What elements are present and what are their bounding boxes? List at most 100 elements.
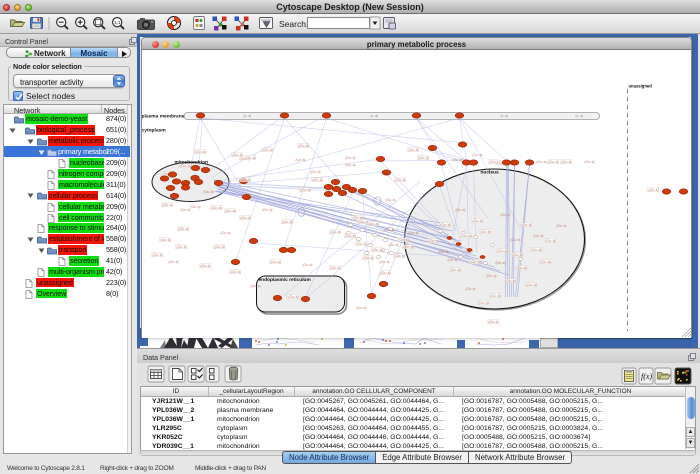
svg-text:(Go: a): (Go: a) <box>161 238 171 242</box>
svg-text:f(x): f(x) <box>641 372 652 381</box>
svg-text:(Go: a): (Go: a) <box>439 250 449 254</box>
svg-text:(Go: a): (Go: a) <box>534 234 544 238</box>
svg-text:(Go: a): (Go: a) <box>517 266 527 270</box>
svg-text:(Go: a): (Go: a) <box>532 248 542 252</box>
svg-text:(Go: a): (Go: a) <box>522 223 532 227</box>
svg-text:(Go: a): (Go: a) <box>311 170 321 174</box>
svg-text:(Go: a): (Go: a) <box>364 256 374 260</box>
svg-text:(Go: a): (Go: a) <box>441 223 451 227</box>
svg-text:(Go: a): (Go: a) <box>283 220 293 224</box>
svg-text:(Go: a): (Go: a) <box>231 270 241 274</box>
svg-text:(Go: a): (Go: a) <box>179 227 189 231</box>
svg-text:(Go: a): (Go: a) <box>649 188 659 192</box>
svg-text:1:1: 1:1 <box>114 20 121 25</box>
svg-text:(Go: a): (Go: a) <box>546 239 556 243</box>
svg-text:(Go: a): (Go: a) <box>233 153 243 157</box>
svg-text:(Go: a): (Go: a) <box>498 249 508 253</box>
svg-text:(Go: a): (Go: a) <box>271 260 281 264</box>
svg-text:(Go: a): (Go: a) <box>212 206 222 210</box>
svg-text:(Go: a): (Go: a) <box>346 234 356 238</box>
svg-text:(Go: a): (Go: a) <box>331 230 341 234</box>
svg-text:(Go: a): (Go: a) <box>221 231 231 235</box>
svg-text:(Go: a): (Go: a) <box>163 203 173 207</box>
svg-text:(Go: a): (Go: a) <box>241 178 251 182</box>
svg-text:(Go: a): (Go: a) <box>196 150 206 154</box>
svg-text:(Go: a): (Go: a) <box>369 222 379 226</box>
svg-text:(x--a): (x--a) <box>371 114 379 118</box>
svg-text:(Go: a): (Go: a) <box>496 261 506 265</box>
svg-text:(Go: a): (Go: a) <box>585 160 595 164</box>
svg-text:(Go: a): (Go: a) <box>357 306 367 310</box>
svg-text:(Go: a): (Go: a) <box>487 274 497 278</box>
svg-text:(Go: a): (Go: a) <box>473 153 483 157</box>
svg-text:(Go: a): (Go: a) <box>331 266 341 270</box>
svg-text:(Go: a): (Go: a) <box>313 178 323 182</box>
svg-text:(Go: a): (Go: a) <box>557 224 567 228</box>
svg-text:(Go: a): (Go: a) <box>204 190 214 194</box>
svg-text:(Go: a): (Go: a) <box>251 284 261 288</box>
svg-text:(Go: a): (Go: a) <box>241 216 251 220</box>
svg-text:(Go: a): (Go: a) <box>527 283 537 287</box>
svg-text:(x--a): (x--a) <box>244 114 252 118</box>
svg-text:(Go: a): (Go: a) <box>215 245 225 249</box>
svg-text:(Go: a): (Go: a) <box>489 320 499 324</box>
svg-text:(Go: a): (Go: a) <box>357 242 367 246</box>
svg-text:(Go: a): (Go: a) <box>346 156 356 160</box>
svg-text:(Go: a): (Go: a) <box>409 148 419 152</box>
svg-text:(Go: a): (Go: a) <box>451 268 461 272</box>
svg-text:(Go: a): (Go: a) <box>541 260 551 264</box>
svg-text:(Go: a): (Go: a) <box>481 230 491 234</box>
svg-text:(Go: a): (Go: a) <box>395 254 405 258</box>
svg-text:(Go: a): (Go: a) <box>453 158 463 162</box>
svg-text:(Go: a): (Go: a) <box>263 208 273 212</box>
svg-text:(Go: a): (Go: a) <box>191 205 201 209</box>
svg-text:(Go: a): (Go: a) <box>226 209 236 213</box>
svg-text:(Go: a): (Go: a) <box>153 253 163 257</box>
svg-text:mitochondrion: mitochondrion <box>175 160 209 166</box>
svg-text:endoplasmic reticulum: endoplasmic reticulum <box>259 277 311 283</box>
svg-text:(Go: a): (Go: a) <box>419 156 429 160</box>
svg-text:(Go: a): (Go: a) <box>296 158 306 162</box>
svg-text:(Go: a): (Go: a) <box>289 295 299 299</box>
svg-text:(Go: a): (Go: a) <box>301 188 311 192</box>
svg-text:(Go: a): (Go: a) <box>511 238 521 242</box>
svg-text:(Go: a): (Go: a) <box>466 287 476 291</box>
svg-text:(Go: a): (Go: a) <box>386 198 396 202</box>
svg-text:(Go: a): (Go: a) <box>409 231 419 235</box>
svg-text:(Go: a): (Go: a) <box>562 160 572 164</box>
svg-text:(Go: a): (Go: a) <box>385 228 395 232</box>
svg-text:(Go: a): (Go: a) <box>359 220 369 224</box>
svg-text:(Go: a): (Go: a) <box>380 260 390 264</box>
svg-text:(Go: a): (Go: a) <box>456 208 466 212</box>
svg-text:(Go: a): (Go: a) <box>169 260 179 264</box>
svg-text:(Go: a): (Go: a) <box>263 148 273 152</box>
svg-text:(Go: a): (Go: a) <box>353 216 363 220</box>
svg-text:(Go: a): (Go: a) <box>448 258 458 262</box>
svg-text:(Go: a): (Go: a) <box>181 208 191 212</box>
svg-text:(Go: a): (Go: a) <box>389 243 399 247</box>
svg-text:(Go: a): (Go: a) <box>299 144 309 148</box>
svg-text:(Go: a): (Go: a) <box>404 245 414 249</box>
svg-text:(Go: a): (Go: a) <box>346 163 356 167</box>
svg-text:(Go: a): (Go: a) <box>479 301 489 305</box>
svg-text:(Go: a): (Go: a) <box>537 160 547 164</box>
svg-text:(Go: a): (Go: a) <box>506 279 516 283</box>
svg-text:(Go: a): (Go: a) <box>399 238 409 242</box>
svg-text:(Go: a): (Go: a) <box>491 294 501 298</box>
svg-text:(Go: a): (Go: a) <box>381 271 391 275</box>
svg-text:(Go: a): (Go: a) <box>549 160 559 164</box>
svg-text:(x--a): (x--a) <box>501 114 509 118</box>
svg-text:(Go: a): (Go: a) <box>513 253 523 257</box>
svg-text:(x--a): (x--a) <box>576 114 584 118</box>
svg-text:plasma membrane: plasma membrane <box>142 114 185 120</box>
svg-text:(Go: a): (Go: a) <box>396 178 406 182</box>
svg-text:(Go: a): (Go: a) <box>462 234 472 238</box>
svg-text:unassigned: unassigned <box>629 84 653 89</box>
svg-text:cytoplasm: cytoplasm <box>142 128 166 134</box>
svg-text:(Go: a): (Go: a) <box>501 213 511 217</box>
svg-text:(Go: a): (Go: a) <box>177 245 187 249</box>
svg-text:(Go: a): (Go: a) <box>246 156 256 160</box>
svg-text:(Go: a): (Go: a) <box>429 239 439 243</box>
svg-text:(Go: a): (Go: a) <box>201 264 211 268</box>
svg-text:(Go: a): (Go: a) <box>303 263 313 267</box>
